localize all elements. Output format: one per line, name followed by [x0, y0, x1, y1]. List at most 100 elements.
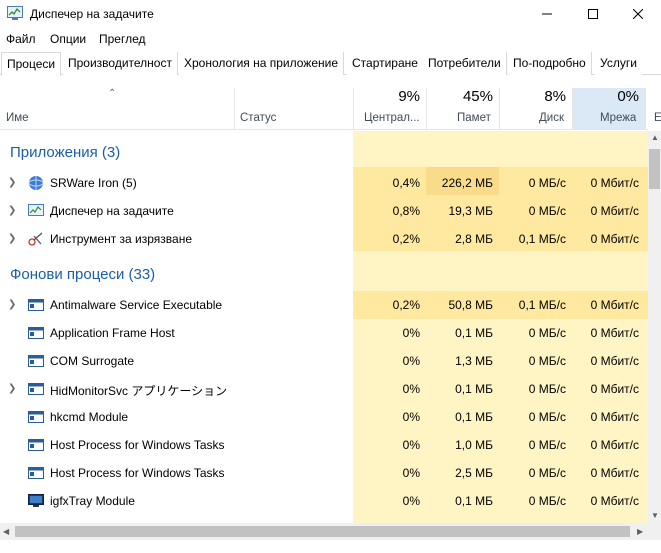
- table-row[interactable]: hkcmd Module 0% 0,1 МБ 0 МБ/с 0 Мбит/с: [0, 403, 648, 431]
- network-value: 0 Мбит/с: [590, 354, 639, 368]
- sort-up-icon: ⌃: [108, 88, 117, 99]
- horizontal-scroll-thumb[interactable]: [15, 526, 630, 537]
- table-row[interactable]: ❯ SRWare Iron (5) 0,4% 226,2 МБ 0 МБ/с 0…: [0, 169, 648, 197]
- column-separator[interactable]: [234, 88, 235, 130]
- memory-value: 226,2 МБ: [441, 176, 493, 190]
- cpu-value: 0,2%: [392, 298, 420, 312]
- close-button[interactable]: [615, 0, 661, 28]
- cpu-value: 0,2%: [392, 232, 420, 246]
- window-title: Диспечер на задачите: [30, 7, 154, 21]
- tab-processes[interactable]: Процеси: [1, 52, 62, 76]
- service-window-icon: [28, 383, 44, 395]
- memory-value: 2,5 МБ: [455, 466, 493, 480]
- scroll-up-icon[interactable]: ▲: [651, 133, 659, 142]
- group-header-apps[interactable]: Приложения (3): [0, 139, 648, 167]
- minimize-button[interactable]: [524, 0, 570, 28]
- title-bar: Диспечер на задачите: [0, 0, 661, 28]
- close-icon: [633, 9, 643, 19]
- disk-value: 0 МБ/с: [528, 176, 566, 190]
- maximize-icon: [588, 9, 598, 19]
- table-row[interactable]: ❯ HidMonitorSvc アプリケーション 0% 0,1 МБ 0 МБ/…: [0, 375, 648, 403]
- maximize-button[interactable]: [570, 0, 616, 28]
- chevron-right-icon[interactable]: ❯: [8, 177, 16, 188]
- cpu-value: 0%: [402, 354, 420, 368]
- disk-value: 0 МБ/с: [528, 204, 566, 218]
- cpu-value: 0,8%: [392, 204, 420, 218]
- menu-view[interactable]: Преглед: [99, 32, 146, 46]
- column-status[interactable]: Статус: [240, 112, 276, 124]
- table-row[interactable]: ❯ Antimalware Service Executable 0,2% 50…: [0, 291, 648, 319]
- scissors-icon: [28, 232, 43, 246]
- table-row[interactable]: COM Surrogate 0% 1,3 МБ 0 МБ/с 0 Мбит/с: [0, 347, 648, 375]
- column-disk[interactable]: Диск: [539, 112, 564, 124]
- column-network[interactable]: Мрежа: [600, 112, 636, 124]
- chevron-right-icon[interactable]: ❯: [8, 299, 16, 310]
- memory-value: 0,1 МБ: [455, 494, 493, 508]
- process-name: hkcmd Module: [50, 410, 129, 424]
- column-extra[interactable]: Е: [654, 112, 661, 124]
- horizontal-scrollbar[interactable]: ◀ ▶: [0, 523, 661, 540]
- group-title-apps: Приложения (3): [10, 144, 121, 161]
- tab-bar: Процеси Производителност Хронология на п…: [0, 52, 661, 76]
- tab-app-history[interactable]: Хронология на приложение: [179, 52, 345, 75]
- disk-value: 0 МБ/с: [528, 410, 566, 424]
- scroll-right-icon[interactable]: ▶: [637, 527, 643, 536]
- table-row[interactable]: Application Frame Host 0% 0,1 МБ 0 МБ/с …: [0, 319, 648, 347]
- column-cpu[interactable]: Централ...: [364, 112, 420, 124]
- process-name: Диспечер на задачите: [50, 204, 174, 218]
- chevron-right-icon[interactable]: ❯: [8, 233, 16, 244]
- menu-file[interactable]: Файл: [6, 32, 36, 46]
- tab-performance[interactable]: Производителност: [63, 52, 178, 75]
- task-manager-icon: [7, 6, 23, 20]
- column-separator[interactable]: [426, 88, 427, 130]
- monitor-icon: [28, 494, 44, 507]
- vertical-scrollbar[interactable]: ▲ ▼: [648, 131, 661, 523]
- process-name: Application Frame Host: [50, 326, 175, 340]
- task-manager-icon: [28, 204, 44, 216]
- service-window-icon: [28, 439, 44, 451]
- chevron-right-icon[interactable]: ❯: [8, 205, 16, 216]
- cpu-value: 0%: [402, 382, 420, 396]
- network-value: 0 Мбит/с: [590, 232, 639, 246]
- column-separator[interactable]: [353, 88, 354, 130]
- disk-value: 0 МБ/с: [528, 382, 566, 396]
- table-row[interactable]: igfxTray Module 0% 0,1 МБ 0 МБ/с 0 Мбит/…: [0, 487, 648, 515]
- table-row[interactable]: ❯ Инструмент за изрязване 0,2% 2,8 МБ 0,…: [0, 225, 648, 253]
- tab-users[interactable]: Потребители: [423, 52, 507, 75]
- process-name: Antimalware Service Executable: [50, 298, 223, 312]
- cpu-value: 0%: [402, 466, 420, 480]
- column-name[interactable]: Име: [6, 112, 29, 124]
- process-list[interactable]: Приложения (3) ❯ SRWare Iron (5) 0,4% 22…: [0, 131, 648, 523]
- memory-value: 50,8 МБ: [448, 298, 493, 312]
- network-value: 0 Мбит/с: [590, 326, 639, 340]
- table-row[interactable]: ❯ Диспечер на задачите 0,8% 19,3 МБ 0 МБ…: [0, 197, 648, 225]
- chevron-right-icon[interactable]: ❯: [8, 383, 16, 394]
- scroll-down-icon[interactable]: ▼: [651, 511, 659, 520]
- network-value: 0 Мбит/с: [590, 438, 639, 452]
- tab-startup[interactable]: Стартиране: [347, 52, 424, 75]
- tab-details[interactable]: По-подробно: [508, 52, 592, 75]
- disk-value: 0 МБ/с: [528, 354, 566, 368]
- network-value: 0 Мбит/с: [590, 382, 639, 396]
- scroll-left-icon[interactable]: ◀: [3, 527, 9, 536]
- column-separator[interactable]: [572, 88, 573, 130]
- globe-icon: [28, 176, 44, 190]
- table-row[interactable]: Host Process for Windows Tasks 0% 1,0 МБ…: [0, 431, 648, 459]
- network-value: 0 Мбит/с: [590, 298, 639, 312]
- process-name: Host Process for Windows Tasks: [50, 438, 225, 452]
- table-row[interactable]: Host Process for Windows Tasks 0% 2,5 МБ…: [0, 459, 648, 487]
- cpu-value: 0%: [402, 326, 420, 340]
- vertical-scroll-thumb[interactable]: [649, 149, 660, 189]
- column-disk-percent: 8%: [544, 88, 566, 105]
- cpu-value: 0%: [402, 438, 420, 452]
- column-memory[interactable]: Памет: [457, 112, 491, 124]
- tab-services[interactable]: Услуги: [595, 52, 642, 75]
- disk-value: 0 МБ/с: [528, 438, 566, 452]
- disk-value: 0 МБ/с: [528, 494, 566, 508]
- group-header-background[interactable]: Фонови процеси (33): [0, 261, 648, 289]
- network-value: 0 Мбит/с: [590, 466, 639, 480]
- column-separator[interactable]: [499, 88, 500, 130]
- menu-options[interactable]: Опции: [50, 32, 86, 46]
- disk-value: 0 МБ/с: [528, 466, 566, 480]
- network-value: 0 Мбит/с: [590, 204, 639, 218]
